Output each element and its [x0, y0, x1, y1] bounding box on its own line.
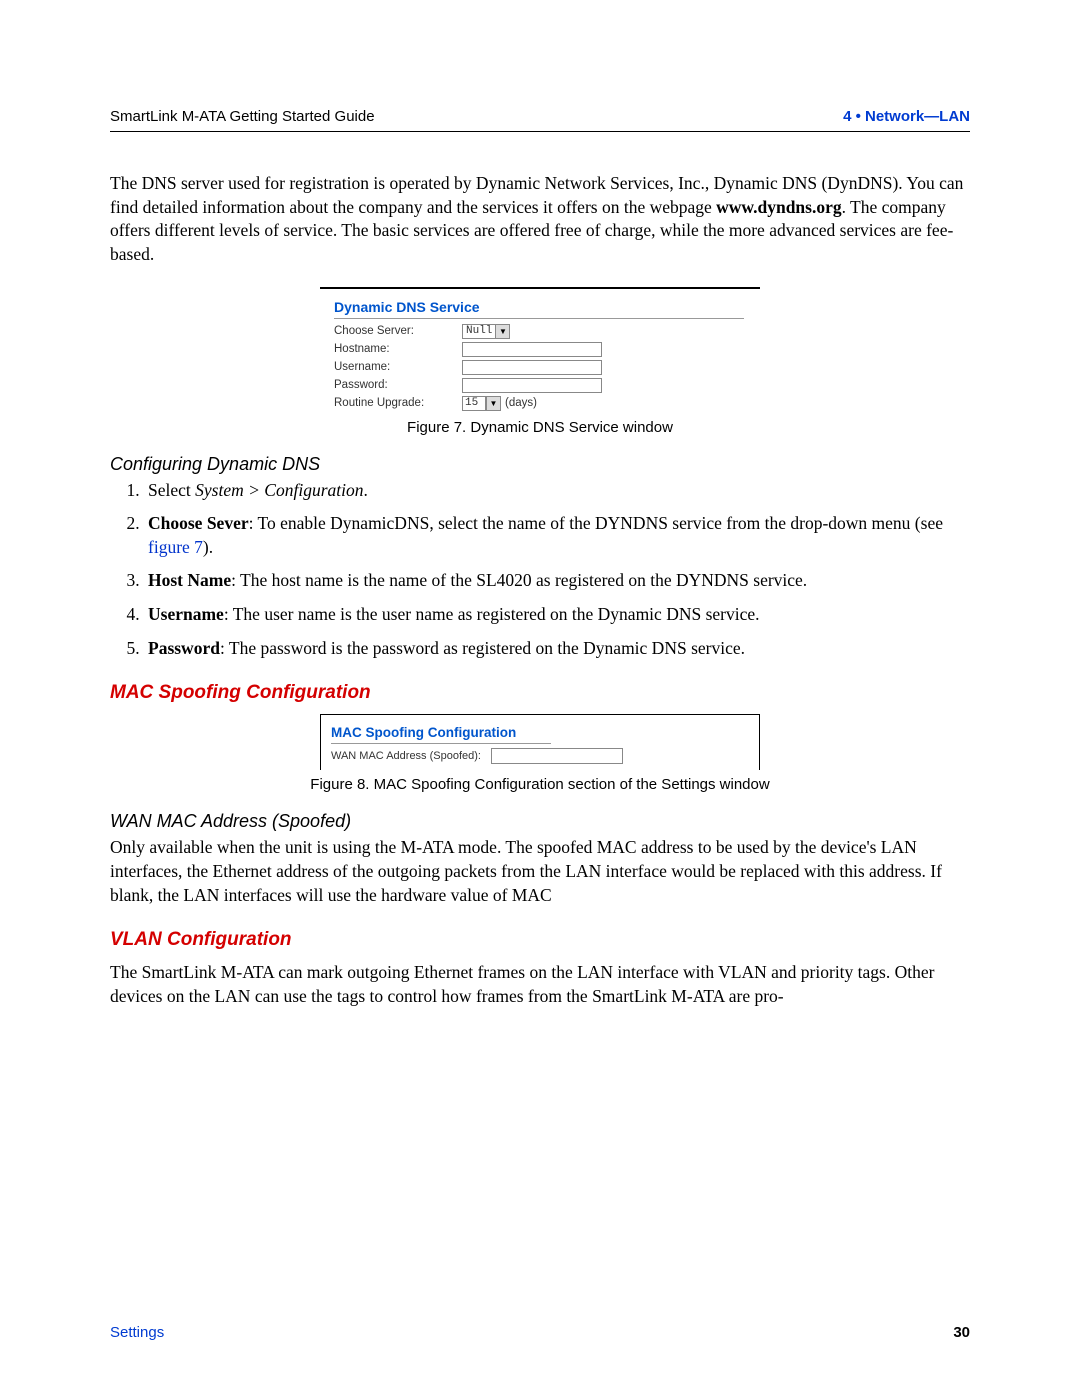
choose-server-row: Choose Server: Null ▼ — [334, 324, 760, 339]
username-input[interactable] — [462, 360, 602, 375]
footer-section: Settings — [110, 1324, 164, 1341]
routine-upgrade-unit: (days) — [505, 397, 537, 409]
password-input[interactable] — [462, 378, 602, 393]
wan-mac-body: Only available when the unit is using th… — [110, 836, 970, 907]
routine-upgrade-label: Routine Upgrade: — [334, 397, 462, 409]
header-rule — [110, 131, 970, 132]
dyndns-steps-list: Select System > Configuration. Choose Se… — [110, 479, 970, 661]
step-3: Host Name: The host name is the name of … — [144, 569, 970, 593]
dyndns-panel: Dynamic DNS Service Choose Server: Null … — [320, 287, 760, 411]
configuring-dyndns-heading: Configuring Dynamic DNS — [110, 454, 970, 475]
step-4-bold: Username — [148, 604, 224, 624]
vlan-body: The SmartLink M-ATA can mark outgoing Et… — [110, 961, 970, 1008]
step-1-post: . — [363, 480, 367, 500]
chevron-down-icon: ▼ — [495, 325, 509, 338]
wan-mac-label: WAN MAC Address (Spoofed): — [331, 750, 491, 762]
figure-7-caption: Figure 7. Dynamic DNS Service window — [110, 419, 970, 436]
step-1-path: System > Configuration — [195, 480, 363, 500]
wan-mac-input[interactable] — [491, 748, 623, 764]
header-guide-title: SmartLink M-ATA Getting Started Guide — [110, 108, 375, 125]
step-5: Password: The password is the password a… — [144, 637, 970, 661]
figure-7: Dynamic DNS Service Choose Server: Null … — [320, 287, 760, 411]
mac-panel: MAC Spoofing Configuration WAN MAC Addre… — [320, 714, 760, 770]
step-2-bold: Choose Sever — [148, 513, 249, 533]
choose-server-value: Null — [463, 325, 495, 337]
step-1-pre: Select — [148, 480, 195, 500]
routine-upgrade-dropdown[interactable]: ▼ — [486, 396, 501, 411]
step-3-bold: Host Name — [148, 570, 231, 590]
step-3-text: : The host name is the name of the SL402… — [231, 570, 807, 590]
hostname-row: Hostname: — [334, 342, 760, 357]
routine-upgrade-value[interactable]: 15 — [462, 396, 486, 411]
step-2-text: : To enable DynamicDNS, select the name … — [249, 513, 943, 533]
chevron-down-icon: ▼ — [487, 397, 500, 410]
hostname-input[interactable] — [462, 342, 602, 357]
figure-8: MAC Spoofing Configuration WAN MAC Addre… — [320, 714, 760, 770]
password-label: Password: — [334, 379, 462, 391]
password-row: Password: — [334, 378, 760, 393]
footer-page-number: 30 — [953, 1324, 970, 1341]
step-1: Select System > Configuration. — [144, 479, 970, 503]
page: SmartLink M-ATA Getting Started Guide 4 … — [0, 0, 1080, 1397]
hostname-label: Hostname: — [334, 343, 462, 355]
choose-server-label: Choose Server: — [334, 325, 462, 337]
mac-spoofing-heading: MAC Spoofing Configuration — [110, 682, 970, 704]
mac-panel-title: MAC Spoofing Configuration — [331, 725, 551, 744]
figure-8-caption: Figure 8. MAC Spoofing Configuration sec… — [110, 776, 970, 793]
step-5-bold: Password — [148, 638, 220, 658]
step-4-text: : The user name is the user name as regi… — [224, 604, 760, 624]
figure-7-link[interactable]: figure 7 — [148, 537, 203, 557]
step-2: Choose Sever: To enable DynamicDNS, sele… — [144, 512, 970, 559]
page-header: SmartLink M-ATA Getting Started Guide 4 … — [110, 108, 970, 125]
wan-mac-row: WAN MAC Address (Spoofed): — [331, 748, 749, 764]
header-chapter: 4 • Network—LAN — [843, 108, 970, 125]
step-4: Username: The user name is the user name… — [144, 603, 970, 627]
step-2-tail: ). — [203, 537, 213, 557]
vlan-heading: VLAN Configuration — [110, 929, 970, 951]
intro-url: www.dyndns.org — [716, 197, 841, 217]
username-label: Username: — [334, 361, 462, 373]
wan-mac-subheading: WAN MAC Address (Spoofed) — [110, 811, 970, 832]
username-row: Username: — [334, 360, 760, 375]
choose-server-dropdown[interactable]: Null ▼ — [462, 324, 510, 339]
page-footer: Settings 30 — [110, 1324, 970, 1341]
dyndns-panel-title: Dynamic DNS Service — [334, 299, 744, 319]
routine-upgrade-row: Routine Upgrade: 15 ▼ (days) — [334, 396, 760, 411]
step-5-text: : The password is the password as regist… — [220, 638, 745, 658]
intro-paragraph: The DNS server used for registration is … — [110, 172, 970, 267]
